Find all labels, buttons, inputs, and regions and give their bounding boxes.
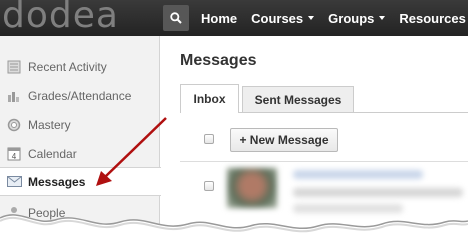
sidebar-item-mastery[interactable]: Mastery [0, 110, 160, 139]
select-all-checkbox[interactable] [204, 134, 214, 144]
sidebar-item-messages[interactable]: Messages [0, 167, 161, 196]
list-icon [5, 59, 23, 75]
page-title: Messages [180, 52, 257, 69]
calendar-icon: 4 [5, 146, 23, 162]
new-message-button[interactable]: + New Message [230, 128, 338, 152]
sidebar: Recent Activity Grades/Attendance Master… [0, 36, 161, 244]
badge-icon [5, 117, 23, 133]
main-content: Messages Inbox Sent Messages + New Messa… [161, 36, 468, 244]
person-icon [5, 205, 23, 221]
sidebar-item-label: People [28, 205, 66, 220]
sidebar-item-grades-attendance[interactable]: Grades/Attendance [0, 81, 160, 110]
search-button[interactable] [163, 5, 189, 31]
sidebar-item-label: Messages [28, 174, 86, 189]
sidebar-item-label: Recent Activity [28, 59, 107, 74]
avatar [227, 168, 277, 208]
blurred-subject [293, 188, 463, 197]
nav-groups[interactable]: Groups [328, 10, 386, 26]
top-bar: dodea Home Courses Groups Resources [0, 0, 468, 36]
sidebar-item-label: Grades/Attendance [28, 88, 132, 103]
sidebar-item-label: Calendar [28, 146, 77, 161]
nav-resources[interactable]: Resources [399, 11, 468, 26]
tab-inbox[interactable]: Inbox [180, 84, 239, 113]
tab-sent-messages[interactable]: Sent Messages [242, 86, 354, 112]
nav-resources-label: Resources [399, 10, 466, 26]
calendar-icon-day: 4 [12, 152, 17, 161]
search-icon [170, 12, 182, 24]
sidebar-item-people[interactable]: People [0, 198, 160, 227]
message-row-checkbox[interactable] [204, 181, 214, 191]
main-nav: Home Courses Groups Resources [201, 0, 468, 36]
nav-courses[interactable]: Courses [251, 10, 315, 26]
chart-icon [5, 88, 23, 104]
sidebar-item-calendar[interactable]: 4 Calendar [0, 139, 160, 168]
dodea-logo[interactable]: dodea [2, 0, 119, 34]
sidebar-item-label: Mastery [28, 117, 71, 132]
row-divider [180, 161, 468, 162]
chevron-down-icon [308, 16, 315, 20]
nav-groups-label: Groups [328, 10, 375, 26]
nav-home[interactable]: Home [201, 11, 237, 26]
sidebar-item-recent-activity[interactable]: Recent Activity [0, 52, 160, 81]
blurred-preview [293, 204, 403, 213]
nav-home-label: Home [201, 10, 238, 26]
blurred-sender [293, 170, 423, 179]
envelope-icon [5, 174, 23, 190]
nav-courses-label: Courses [251, 10, 304, 26]
chevron-down-icon [379, 16, 386, 20]
